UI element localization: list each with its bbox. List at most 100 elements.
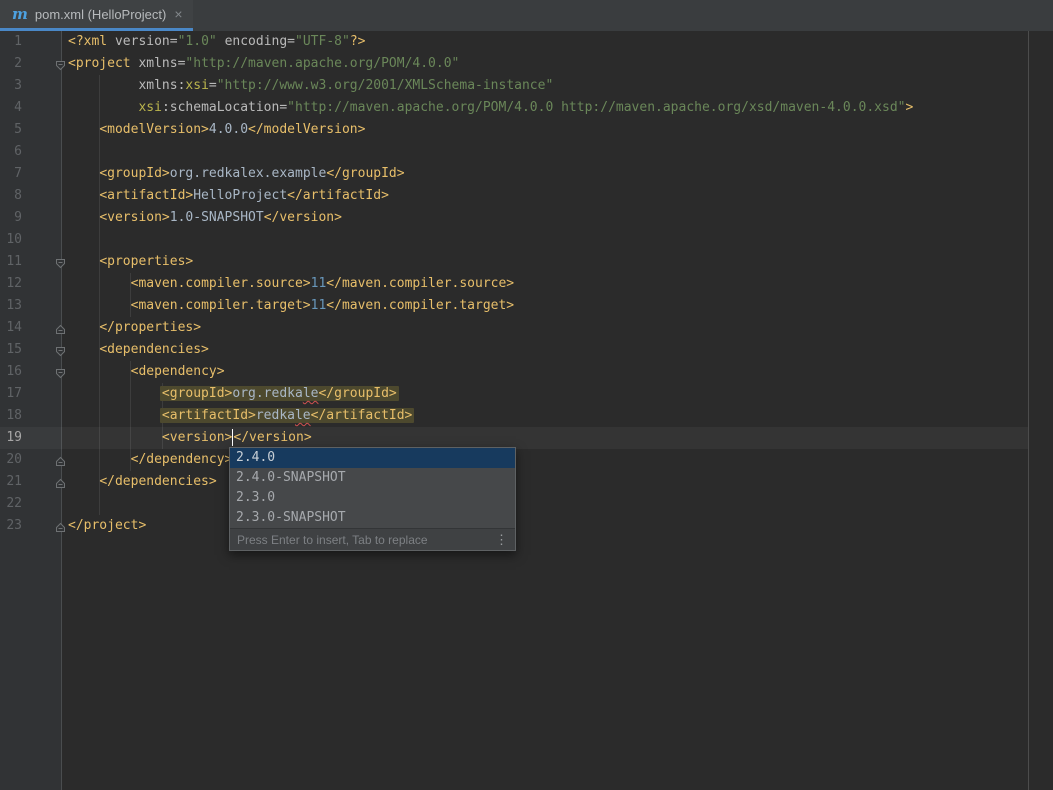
gutter-row: 9 [0, 207, 61, 229]
tab-pom-xml[interactable]: m pom.xml (HelloProject) × [0, 0, 193, 31]
completion-hint: Press Enter to insert, Tab to replace [237, 533, 428, 547]
code-token: xsi [185, 78, 208, 93]
gutter-row: 2 [0, 53, 61, 75]
code-line[interactable]: xsi:schemaLocation="http://maven.apache.… [62, 97, 1053, 119]
code-token: xmlns= [138, 56, 185, 71]
completion-list: 2.4.02.4.0-SNAPSHOT2.3.02.3.0-SNAPSHOT [230, 448, 515, 528]
code-token: org.redka [232, 386, 302, 401]
right-margin-guide [1028, 31, 1029, 790]
code-line[interactable]: <artifactId>redkale</artifactId> [62, 405, 1053, 427]
code-token: HelloProject [193, 188, 287, 203]
line-number: 1 [0, 31, 22, 53]
code-token: </groupId> [318, 386, 396, 401]
code-token: </project> [68, 518, 146, 533]
code-token [217, 34, 225, 49]
code-token: 11 [311, 298, 327, 313]
code-line[interactable]: <dependency> [62, 361, 1053, 383]
code-token: <dependencies> [99, 342, 209, 357]
line-number: 14 [0, 317, 22, 339]
code-token: <properties> [99, 254, 193, 269]
gutter-row: 13 [0, 295, 61, 317]
code-line[interactable]: <version>1.0-SNAPSHOT</version> [62, 207, 1053, 229]
code-token: 11 [311, 276, 327, 291]
line-number: 2 [0, 53, 22, 75]
code-token: </dependencies> [99, 474, 216, 489]
code-line[interactable]: <modelVersion>4.0.0</modelVersion> [62, 119, 1053, 141]
gutter-row: 21 [0, 471, 61, 493]
code-line[interactable]: </project> [62, 515, 1053, 537]
code-token: "http://maven.apache.org/POM/4.0.0 http:… [287, 100, 905, 115]
code-line[interactable] [62, 141, 1053, 163]
tab-title: pom.xml (HelloProject) [35, 7, 166, 22]
code-line[interactable]: <groupId>org.redkalex.example</groupId> [62, 163, 1053, 185]
line-number: 16 [0, 361, 22, 383]
code-token: "http://www.w3.org/2001/XMLSchema-instan… [217, 78, 554, 93]
line-number: 19 [0, 427, 22, 449]
code-token: </artifactId> [287, 188, 389, 203]
gutter-row: 15 [0, 339, 61, 361]
code-line[interactable] [62, 493, 1053, 515]
gutter-row: 20 [0, 449, 61, 471]
code-token: encoding= [225, 34, 295, 49]
code-line[interactable] [62, 229, 1053, 251]
code-token: <dependency> [131, 364, 225, 379]
code-line[interactable]: <maven.compiler.target>11</maven.compile… [62, 295, 1053, 317]
completion-item[interactable]: 2.3.0-SNAPSHOT [230, 508, 515, 528]
gutter-row: 10 [0, 229, 61, 251]
line-number: 13 [0, 295, 22, 317]
completion-item[interactable]: 2.3.0 [230, 488, 515, 508]
code-line[interactable]: <version></version> [62, 427, 1053, 449]
code-line[interactable]: <groupId>org.redkale</groupId> [62, 383, 1053, 405]
gutter-row: 11 [0, 251, 61, 273]
editor-tab-bar: m pom.xml (HelloProject) × [0, 0, 1053, 31]
close-tab-icon[interactable]: × [173, 7, 183, 21]
code-token: <maven.compiler.target> [131, 298, 311, 313]
completion-item[interactable]: 2.4.0 [230, 448, 515, 468]
code-token: </properties> [99, 320, 201, 335]
code-token: <maven.compiler.source> [131, 276, 311, 291]
code-line[interactable]: </dependencies> [62, 471, 1053, 493]
code-token: <project [68, 56, 138, 71]
code-line[interactable]: </properties> [62, 317, 1053, 339]
more-options-icon[interactable]: ⋮ [495, 533, 508, 546]
line-number: 23 [0, 515, 22, 537]
code-token: </groupId> [326, 166, 404, 181]
gutter-row: 4 [0, 97, 61, 119]
code-token: <version> [99, 210, 169, 225]
line-number: 9 [0, 207, 22, 229]
code-line[interactable]: <properties> [62, 251, 1053, 273]
code-line[interactable]: <?xml version="1.0" encoding="UTF-8"?> [62, 31, 1053, 53]
code-token: </artifactId> [311, 408, 413, 423]
code-line[interactable]: <dependencies> [62, 339, 1053, 361]
code-token: "UTF-8" [295, 34, 350, 49]
code-token: version= [115, 34, 178, 49]
code-token: redka [256, 408, 295, 423]
code-line[interactable]: <artifactId>HelloProject</artifactId> [62, 185, 1053, 207]
line-number: 15 [0, 339, 22, 361]
gutter-row: 23 [0, 515, 61, 537]
gutter-row: 7 [0, 163, 61, 185]
code-token: = [209, 78, 217, 93]
gutter-row: 18 [0, 405, 61, 427]
code-token: > [905, 100, 913, 115]
gutter-row: 8 [0, 185, 61, 207]
code-token: le [303, 386, 319, 401]
code-token: xmlns: [138, 78, 185, 93]
code-area[interactable]: <?xml version="1.0" encoding="UTF-8"?><p… [62, 31, 1053, 790]
code-token: org.redkalex.example [170, 166, 327, 181]
completion-item[interactable]: 2.4.0-SNAPSHOT [230, 468, 515, 488]
line-number: 10 [0, 229, 22, 251]
completion-popup: 2.4.02.4.0-SNAPSHOT2.3.02.3.0-SNAPSHOT P… [229, 447, 516, 551]
gutter-row: 5 [0, 119, 61, 141]
code-token: <groupId> [162, 386, 232, 401]
line-number: 7 [0, 163, 22, 185]
code-line[interactable]: <maven.compiler.source>11</maven.compile… [62, 273, 1053, 295]
code-token: xsi [138, 100, 161, 115]
code-line[interactable]: xmlns:xsi="http://www.w3.org/2001/XMLSch… [62, 75, 1053, 97]
injected-fragment-highlight: <artifactId>redkale</artifactId> [160, 408, 414, 423]
code-line[interactable]: <project xmlns="http://maven.apache.org/… [62, 53, 1053, 75]
line-number: 18 [0, 405, 22, 427]
code-token: 4.0.0 [209, 122, 248, 137]
editor-main: 1234567891011121314151617181920212223 <?… [0, 31, 1053, 790]
code-line[interactable]: </dependency> [62, 449, 1053, 471]
